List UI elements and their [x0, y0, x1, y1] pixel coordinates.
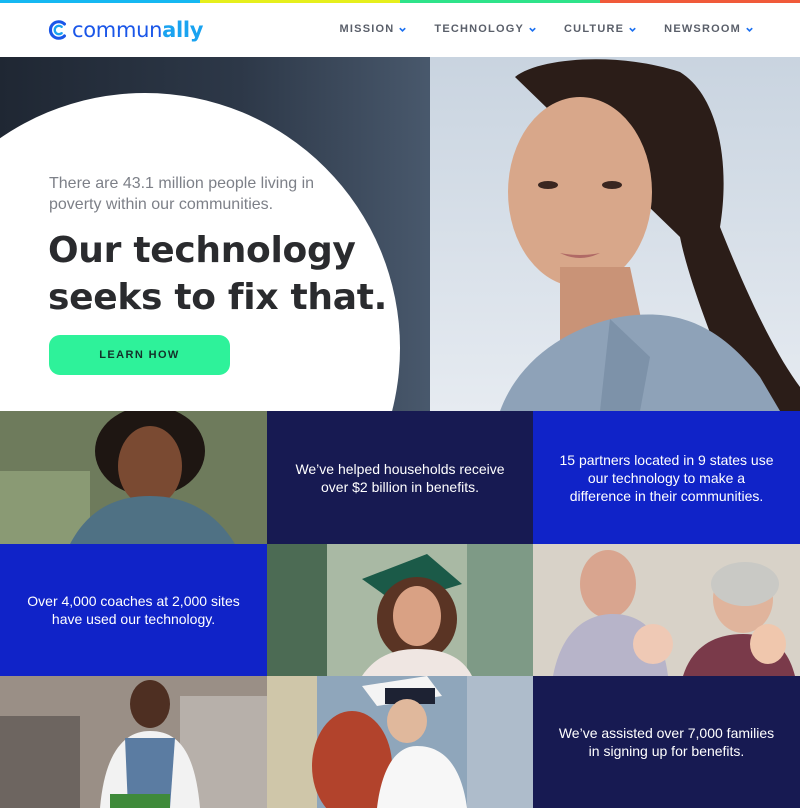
chef-photo — [0, 676, 267, 808]
stat-tile-coaches: Over 4,000 coaches at 2,000 sites have u… — [0, 544, 267, 676]
photo-tile-sailor-hug — [267, 676, 533, 808]
stat-text: We’ve assisted over 7,000 families in si… — [558, 725, 775, 759]
impact-grid: We’ve helped households receive over $2 … — [0, 411, 800, 808]
nav-item-mission[interactable]: MISSION — [340, 23, 408, 35]
hero-subtitle: There are 43.1 million people living in … — [49, 175, 315, 213]
photo-tile-smiling-woman — [0, 411, 267, 544]
site-logo[interactable]: communally — [47, 17, 204, 43]
chevron-down-icon — [529, 27, 536, 32]
photo-tile-grandparents — [533, 544, 800, 676]
chevron-down-icon — [629, 27, 636, 32]
nav-label: NEWSROOM — [664, 23, 741, 35]
logo-wordmark: communally — [72, 18, 204, 42]
learn-how-button[interactable]: LEARN HOW — [49, 335, 230, 375]
chevron-down-icon — [399, 27, 407, 32]
hero-section: There are 43.1 million people living in … — [0, 57, 800, 411]
graduate-photo — [267, 544, 533, 676]
stat-text: We’ve helped households receive over $2 … — [295, 460, 505, 495]
site-header: communally MISSION TECHNOLOGY CULTURE NE… — [0, 3, 800, 57]
nav-item-newsroom[interactable]: NEWSROOM — [664, 23, 754, 35]
stat-text: Over 4,000 coaches at 2,000 sites have u… — [27, 593, 240, 627]
grandparents-photo — [533, 544, 800, 676]
photo-tile-graduate — [267, 544, 533, 676]
main-nav: MISSION TECHNOLOGY CULTURE NEWSROOM — [313, 23, 754, 35]
nav-label: TECHNOLOGY — [434, 23, 525, 35]
smiling-woman-photo — [0, 411, 267, 544]
c-swirl-logo-icon — [48, 20, 66, 40]
photo-tile-chef — [0, 676, 267, 808]
stat-tile-families: We’ve assisted over 7,000 families in si… — [533, 676, 800, 808]
nav-label: MISSION — [339, 23, 395, 35]
hero-title: Our technology seeks to fix that. — [48, 230, 388, 318]
sailor-hug-photo — [267, 676, 533, 808]
nav-item-technology[interactable]: TECHNOLOGY — [434, 23, 537, 35]
stat-tile-partners: 15 partners located in 9 states use our … — [533, 411, 800, 544]
stat-text: 15 partners located in 9 states use our … — [559, 451, 774, 504]
nav-item-culture[interactable]: CULTURE — [564, 23, 637, 35]
chevron-down-icon — [746, 27, 753, 32]
nav-label: CULTURE — [564, 23, 625, 35]
stat-tile-households: We’ve helped households receive over $2 … — [267, 411, 533, 544]
